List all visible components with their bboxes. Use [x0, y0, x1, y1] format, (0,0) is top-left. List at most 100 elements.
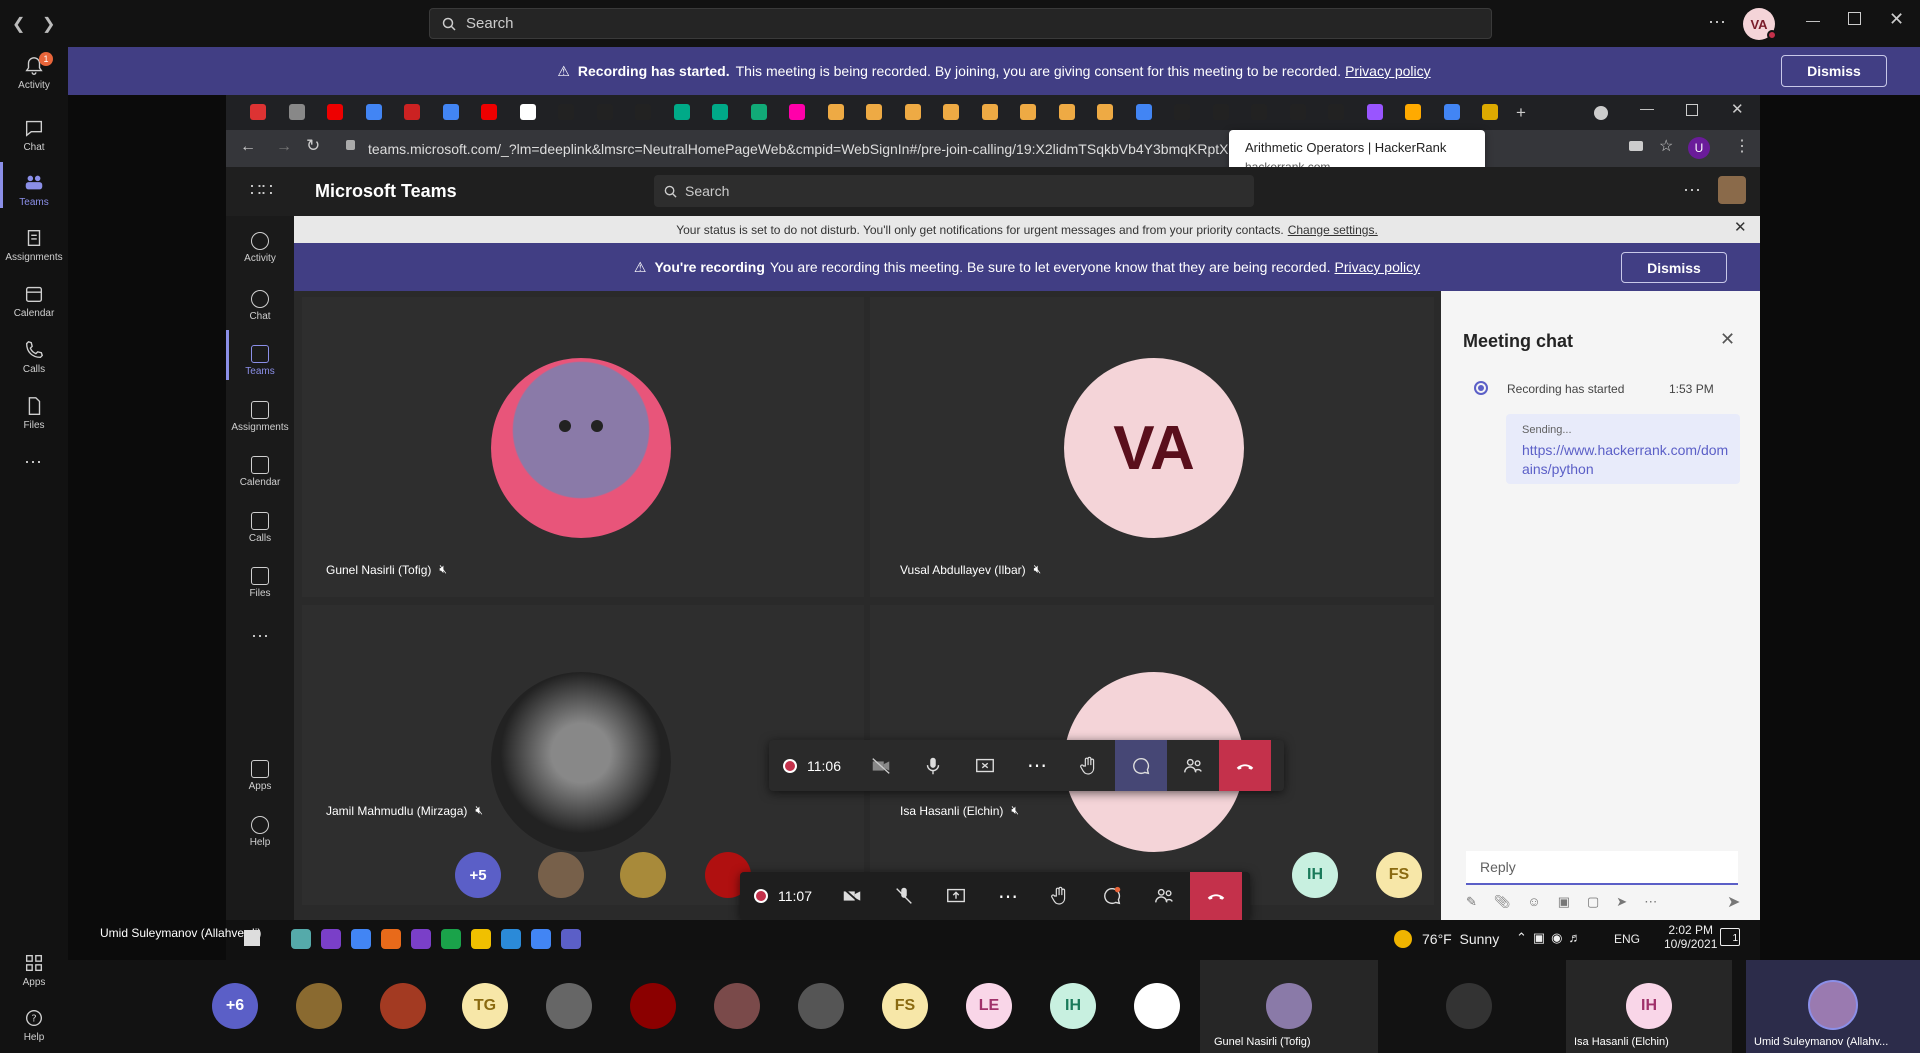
participant-initials[interactable]: TG	[462, 983, 508, 1029]
participant-thumbnail[interactable]	[538, 852, 584, 898]
inner-rail-item[interactable]: Assignments	[226, 401, 294, 433]
inner-search-input[interactable]: Search	[654, 175, 1254, 207]
inner-rail-item[interactable]: Activity	[226, 232, 294, 264]
tab-favicon-icon[interactable]	[1020, 104, 1036, 120]
taskbar-app-icon[interactable]	[381, 929, 401, 949]
camera-icon[interactable]	[1629, 141, 1643, 151]
new-tab-icon[interactable]: +	[1516, 103, 1526, 123]
tab-favicon-icon[interactable]	[1058, 104, 1075, 120]
taskbar-app-icon[interactable]	[291, 929, 311, 949]
maximize-icon[interactable]	[1848, 12, 1861, 25]
tab-favicon-icon[interactable]	[1443, 104, 1460, 120]
weather-text[interactable]: 76°F Sunny	[1422, 931, 1499, 947]
inner-rail-item[interactable]: Chat	[226, 290, 294, 322]
inner-rail-item[interactable]: Calls	[226, 512, 294, 544]
browser-profile-avatar[interactable]: U	[1688, 137, 1710, 159]
tab-favicon-icon[interactable]	[635, 104, 651, 120]
rail-files[interactable]: Files	[0, 395, 68, 431]
mic-off-button[interactable]	[878, 872, 930, 920]
tab-favicon-icon[interactable]	[1366, 104, 1383, 120]
reload-icon[interactable]: ↻	[306, 136, 320, 156]
camera-off-button[interactable]	[855, 740, 907, 791]
url-field[interactable]: teams.microsoft.com/_?lm=deeplink&lmsrc=…	[368, 137, 1282, 161]
search-input[interactable]: Search	[429, 8, 1492, 39]
inner-rail-item[interactable]: Help	[226, 816, 294, 848]
tab-favicon-icon[interactable]	[1405, 104, 1421, 120]
participant-initials[interactable]: LE	[966, 983, 1012, 1029]
stop-share-button[interactable]	[959, 740, 1011, 791]
taskbar-app-icon[interactable]	[441, 929, 461, 949]
browser-menu-icon[interactable]: ⋮	[1734, 136, 1750, 156]
rail-teams[interactable]: Teams	[0, 172, 68, 208]
avatar[interactable]	[1718, 176, 1746, 204]
chat-message[interactable]: Sending... https://www.hackerrank.com/do…	[1506, 414, 1740, 484]
more-actions-button[interactable]: ⋯	[1011, 740, 1063, 791]
rail-activity[interactable]: Activity	[0, 55, 68, 91]
more-apps-icon[interactable]: ⋯	[251, 626, 269, 647]
browser-close-icon[interactable]: ✕	[1731, 100, 1744, 118]
tab-favicon-icon[interactable]	[596, 104, 613, 120]
more-options-icon[interactable]: ⋯	[1683, 180, 1701, 201]
taskbar-app-icon[interactable]	[561, 929, 581, 949]
tab-favicon-icon[interactable]	[904, 104, 921, 120]
participant-initials[interactable]: IH	[1050, 983, 1096, 1029]
dismiss-button[interactable]: Dismiss	[1781, 55, 1887, 87]
raise-hand-button[interactable]	[1034, 872, 1086, 920]
system-tray-icons[interactable]: ⌃▣◉♬	[1516, 930, 1588, 946]
tab-favicon-icon[interactable]	[1135, 104, 1152, 120]
inner-rail-item[interactable]: Calendar	[226, 456, 294, 488]
inner-dismiss-button[interactable]: Dismiss	[1621, 252, 1727, 283]
app-launcher-icon[interactable]: ∷∷	[250, 180, 273, 201]
more-icon[interactable]: ⋯	[1644, 894, 1657, 910]
taskbar-app-icon[interactable]	[411, 929, 431, 949]
sticker-icon[interactable]: ▢	[1587, 894, 1599, 910]
gif-icon[interactable]: ▣	[1558, 894, 1570, 910]
privacy-policy-link[interactable]: Privacy policy	[1345, 63, 1431, 79]
format-icon[interactable]: ✎	[1466, 894, 1477, 910]
chat-toggle-button[interactable]	[1086, 872, 1138, 920]
tab-favicon-icon[interactable]	[519, 104, 536, 120]
close-icon[interactable]: ✕	[1889, 9, 1904, 30]
attach-icon[interactable]: 📎︎	[1494, 894, 1511, 910]
tab-favicon-icon[interactable]	[789, 104, 805, 120]
privacy-policy-link[interactable]: Privacy policy	[1335, 259, 1421, 275]
participant-thumbnail[interactable]	[1134, 983, 1180, 1029]
tab-favicon-icon[interactable]	[250, 104, 266, 120]
change-settings-link[interactable]: Change settings.	[1288, 223, 1378, 237]
taskbar-app-icon[interactable]	[531, 929, 551, 949]
tab-search-icon[interactable]	[1594, 106, 1608, 120]
tab-favicon-icon[interactable]	[1289, 104, 1306, 120]
tab-favicon-icon[interactable]	[365, 104, 382, 120]
tab-favicon-icon[interactable]	[750, 104, 767, 120]
participant-thumbnail[interactable]	[380, 983, 426, 1029]
rail-help[interactable]: ? Help	[0, 1007, 68, 1043]
browser-forward-icon[interactable]: →	[276, 138, 292, 156]
taskbar-app-icon[interactable]	[501, 929, 521, 949]
participant-thumbnail[interactable]	[714, 983, 760, 1029]
taskbar-app-icon[interactable]	[321, 929, 341, 949]
browser-back-icon[interactable]: ←	[240, 138, 256, 156]
minimize-icon[interactable]: —	[1806, 12, 1820, 28]
tab-favicon-icon[interactable]	[1482, 104, 1498, 120]
participant-thumbnail[interactable]	[630, 983, 676, 1029]
participant-thumbnail[interactable]	[296, 983, 342, 1029]
rail-calls[interactable]: Calls	[0, 339, 68, 375]
star-icon[interactable]: ☆	[1659, 136, 1673, 156]
tab-favicon-icon[interactable]	[673, 104, 690, 120]
forward-arrow-icon[interactable]: ❯	[42, 14, 55, 34]
inner-rail-item[interactable]: Teams	[226, 345, 294, 377]
leave-call-button[interactable]	[1190, 872, 1242, 920]
participant-initials[interactable]: FS	[882, 983, 928, 1029]
participant-thumbnail[interactable]	[798, 983, 844, 1029]
participant-thumbnail[interactable]	[620, 852, 666, 898]
more-options-icon[interactable]: ⋯	[1708, 12, 1726, 33]
tab-favicon-icon[interactable]	[558, 104, 574, 120]
back-arrow-icon[interactable]: ❮	[12, 14, 25, 34]
participant-initials[interactable]: IH	[1292, 852, 1338, 898]
tab-favicon-icon[interactable]	[866, 104, 882, 120]
participants-button[interactable]	[1167, 740, 1219, 791]
chat-toggle-button[interactable]	[1115, 740, 1167, 791]
rail-chat[interactable]: Chat	[0, 117, 68, 153]
tab-favicon-icon[interactable]	[1212, 104, 1229, 120]
praise-icon[interactable]: ➤	[1616, 894, 1627, 910]
